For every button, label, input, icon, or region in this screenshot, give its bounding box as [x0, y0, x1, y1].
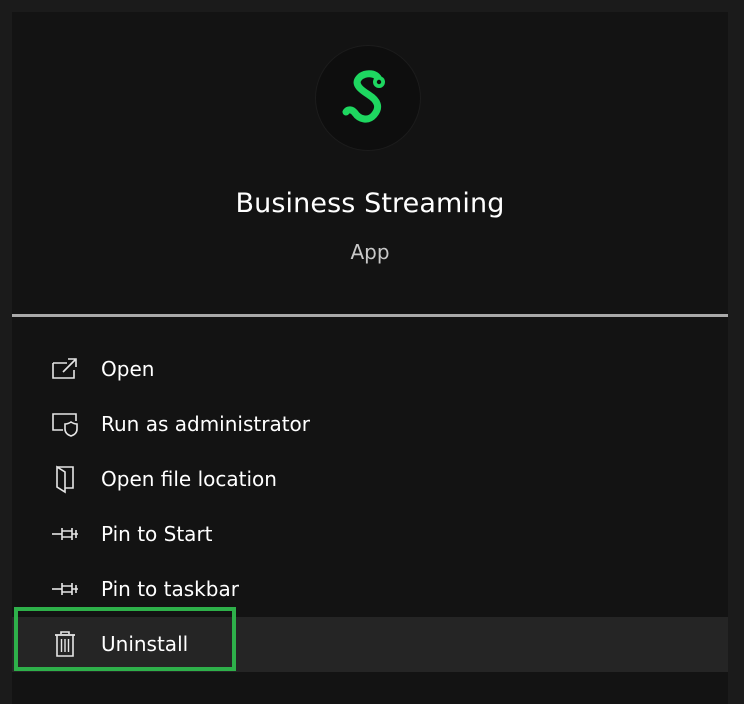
open-external-icon [50, 354, 80, 384]
divider [12, 314, 728, 317]
menu-item-pin-to-start[interactable]: Pin to Start [12, 507, 728, 562]
menu-item-label: Open [101, 357, 155, 381]
app-type: App [350, 240, 390, 264]
menu-item-label: Open file location [101, 467, 277, 491]
menu-item-label: Pin to taskbar [101, 577, 239, 601]
menu-item-label: Run as administrator [101, 412, 311, 436]
admin-shield-icon [50, 409, 80, 439]
menu-item-run-as-administrator[interactable]: Run as administrator [12, 397, 728, 452]
uninstall-highlight-box [14, 607, 236, 671]
app-header: Business Streaming App [12, 12, 728, 308]
context-window: Business Streaming App Open Run as admin… [0, 0, 744, 704]
menu-item-open-file-location[interactable]: Open file location [12, 452, 728, 507]
app-name: Business Streaming [235, 188, 505, 219]
spotify-s-logo-icon [342, 70, 385, 123]
pin-icon [50, 574, 80, 604]
app-context-panel: Business Streaming App Open Run as admin… [12, 12, 728, 704]
pin-icon [50, 519, 80, 549]
folder-door-icon [50, 464, 80, 494]
menu-item-open[interactable]: Open [12, 342, 728, 397]
app-icon[interactable] [315, 45, 421, 151]
menu-item-label: Pin to Start [101, 522, 213, 546]
